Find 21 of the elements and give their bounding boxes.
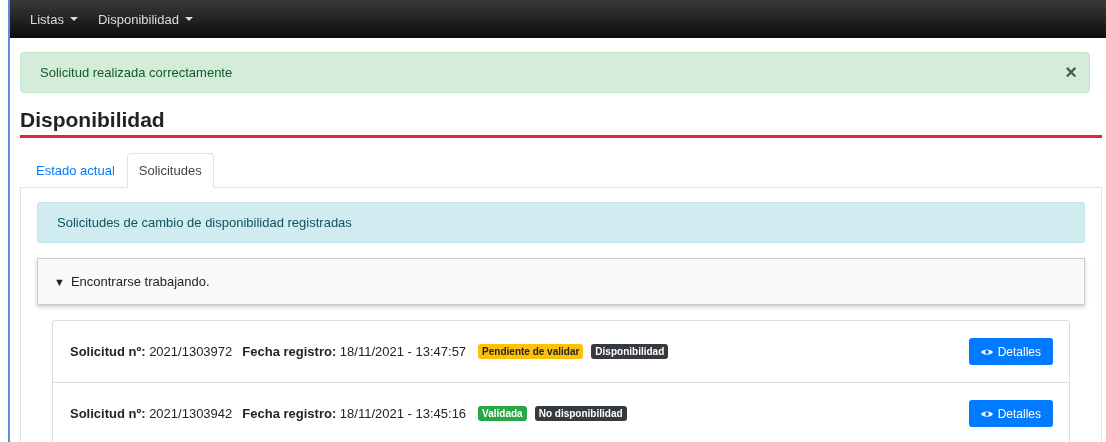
nav-menu[interactable]: Listas [22, 11, 86, 27]
status-badge: Validada [478, 406, 527, 421]
request-number: Solicitud nº: 2021/1303972 [70, 344, 233, 359]
status-badge: No disponibilidad [534, 406, 627, 421]
eye-icon [980, 347, 993, 356]
request-date: Fecha registro: 18/11/2021 - 13:47:57 [242, 344, 467, 359]
details-button[interactable]: Detalles [968, 400, 1053, 427]
request-date: Fecha registro: 18/11/2021 - 13:45:16 [242, 406, 467, 421]
nav-menu[interactable]: Disponibilidad [89, 11, 201, 27]
eye-icon [980, 409, 993, 418]
details-button[interactable]: Detalles [968, 338, 1053, 365]
collapse-header[interactable]: ▼ Encontrarse trabajando. [37, 258, 1085, 305]
tab[interactable]: Solicitudes [126, 153, 214, 188]
page-title: Disponibilidad [20, 107, 166, 133]
status-badge: Pendiente de validar [478, 344, 584, 359]
status-badge: Disponibilidad [591, 344, 669, 359]
tab[interactable]: Estado actual [24, 153, 127, 188]
info-message: Solicitudes de cambio de disponibilidad registradas [57, 215, 352, 230]
alert-message: Solicitud realizada correctamente [40, 65, 233, 80]
close-button[interactable]: × [1065, 61, 1077, 84]
request-number: Solicitud nº: 2021/1303942 [70, 406, 233, 421]
